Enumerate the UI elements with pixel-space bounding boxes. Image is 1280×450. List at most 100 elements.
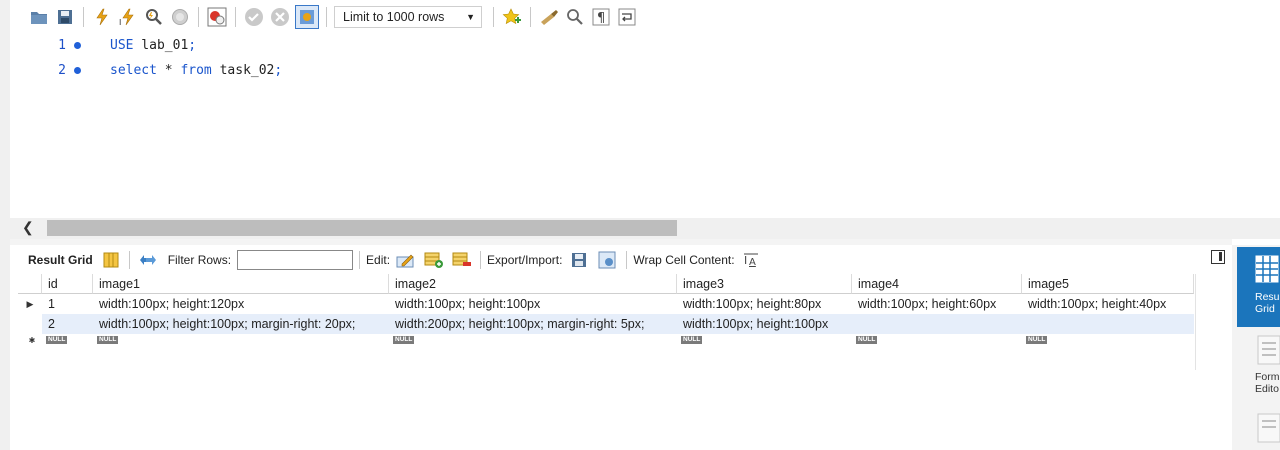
result-grid-tab-label: Resul Grid <box>1255 291 1280 315</box>
null-cell[interactable]: NULL <box>852 334 1022 346</box>
find-icon[interactable] <box>564 6 586 28</box>
null-badge: NULL <box>97 336 119 344</box>
grid-layout-icon[interactable] <box>101 250 121 270</box>
delete-row-icon[interactable] <box>452 250 472 270</box>
result-grid-tab[interactable]: Resul Grid <box>1237 247 1280 327</box>
column-header-image3[interactable]: image3 <box>677 274 852 294</box>
scroll-left-icon[interactable]: ❮ <box>22 219 34 236</box>
filter-rows-label: Filter Rows: <box>167 253 232 267</box>
null-cell[interactable]: NULL <box>677 334 852 346</box>
form-editor-icon <box>1257 335 1280 365</box>
edit-label: Edit: <box>366 253 391 267</box>
wrap-cell-icon[interactable]: IA <box>741 250 761 270</box>
export-icon[interactable] <box>570 250 590 270</box>
null-badge: NULL <box>1026 336 1048 344</box>
table-cell[interactable]: width:100px; height:120px <box>93 294 389 314</box>
open-folder-icon[interactable] <box>28 6 50 28</box>
toolbar-separator <box>83 7 84 27</box>
null-cell[interactable]: NULL <box>42 334 93 346</box>
null-cell[interactable]: NULL <box>1022 334 1194 346</box>
editor-horizontal-scrollbar[interactable]: ❮ <box>10 218 1280 239</box>
beautify-icon[interactable] <box>538 6 560 28</box>
code-line[interactable]: USE lab_01; <box>110 38 196 53</box>
tab-label-line: Grid <box>1255 303 1275 315</box>
commit-icon[interactable] <box>243 6 265 28</box>
table-cell[interactable]: width:100px; height:100px <box>389 294 677 314</box>
table-cell[interactable]: width:100px; height:80px <box>677 294 852 314</box>
line-number: 1 <box>58 38 66 53</box>
sql-keyword: USE <box>110 38 134 53</box>
toggle-output-icon[interactable] <box>1211 250 1225 264</box>
sql-keyword: select <box>110 63 157 78</box>
column-header-image5[interactable]: image5 <box>1022 274 1194 294</box>
column-header-image2[interactable]: image2 <box>389 274 677 294</box>
wrap-cell-label: Wrap Cell Content: <box>633 253 735 267</box>
table-cell[interactable]: width:100px; height:40px <box>1022 294 1194 314</box>
table-row[interactable]: 2 width:100px; height:100px; margin-righ… <box>18 314 1194 334</box>
toolbar-separator <box>359 251 361 269</box>
table-cell[interactable]: 2 <box>42 314 93 334</box>
current-row-arrow-icon: ▶ <box>26 299 34 309</box>
null-badge: NULL <box>393 336 415 344</box>
toolbar-separator <box>626 251 628 269</box>
null-badge: NULL <box>856 336 878 344</box>
tab-label-line: Resul <box>1255 291 1280 303</box>
scrollbar-thumb[interactable] <box>47 220 677 236</box>
column-header-image1[interactable]: image1 <box>93 274 389 294</box>
sql-keyword: from <box>180 63 212 78</box>
explain-icon[interactable] <box>143 6 165 28</box>
bookmark-icon[interactable] <box>501 6 523 28</box>
table-cell[interactable] <box>852 314 1022 334</box>
left-gutter <box>0 0 10 450</box>
table-cell[interactable]: 1 <box>42 294 93 314</box>
autocommit-icon[interactable] <box>295 5 319 29</box>
table-cell[interactable]: width:100px; height:100px <box>677 314 852 334</box>
table-cell[interactable]: width:100px; height:100px; margin-right:… <box>93 314 389 334</box>
table-row[interactable]: ▶ 1 width:100px; height:120px width:100p… <box>18 294 1194 314</box>
null-cell[interactable]: NULL <box>389 334 677 346</box>
invisible-chars-icon[interactable]: ¶ <box>590 6 612 28</box>
edit-row-icon[interactable] <box>396 250 416 270</box>
rollback-icon[interactable] <box>269 6 291 28</box>
export-import-label: Export/Import: <box>487 253 563 267</box>
svg-text:¶: ¶ <box>597 11 605 26</box>
code-line[interactable]: select * from task_02; <box>110 63 282 78</box>
form-editor-tab[interactable]: Form Edito <box>1237 331 1280 401</box>
null-badge: NULL <box>681 336 703 344</box>
null-cell[interactable]: NULL <box>93 334 389 346</box>
stop-icon[interactable] <box>169 6 191 28</box>
toolbar-separator <box>480 251 482 269</box>
sql-editor[interactable]: 1 USE lab_01; 2 select * from task_02; <box>10 32 1280 218</box>
toolbar-separator <box>326 7 327 27</box>
result-toolbar: Result Grid Filter Rows: Edit: Export/Im… <box>18 247 1194 273</box>
tab-label-line: Edito <box>1255 383 1279 395</box>
sql-identifier: lab_01 <box>133 38 189 53</box>
execute-current-icon[interactable]: I <box>117 6 139 28</box>
field-types-icon[interactable] <box>1257 413 1280 443</box>
grid-header-row: id image1 image2 image3 image4 image5 <box>18 274 1194 294</box>
column-header-image4[interactable]: image4 <box>852 274 1022 294</box>
toolbar-separator <box>198 7 199 27</box>
sql-semicolon: ; <box>274 63 283 78</box>
toolbar-separator <box>235 7 236 27</box>
insert-row-icon[interactable] <box>424 250 444 270</box>
panel-splitter[interactable] <box>10 239 1232 245</box>
table-cell[interactable]: width:100px; height:60px <box>852 294 1022 314</box>
import-icon[interactable] <box>598 250 618 270</box>
execute-icon[interactable] <box>91 6 113 28</box>
new-row[interactable]: ✱ NULL NULL NULL NULL NULL NULL <box>18 334 1194 346</box>
result-grid[interactable]: id image1 image2 image3 image4 image5 ▶ … <box>18 274 1194 346</box>
wrap-icon[interactable] <box>616 6 638 28</box>
limit-rows-select[interactable]: Limit to 1000 rows ▼ <box>334 6 482 28</box>
column-header-id[interactable]: id <box>42 274 93 294</box>
table-cell[interactable]: width:200px; height:100px; margin-right:… <box>389 314 677 334</box>
limit-rows-value: Limit to 1000 rows <box>343 10 445 24</box>
toggle-error-icon[interactable] <box>206 6 228 28</box>
toolbar-separator <box>530 7 531 27</box>
table-cell[interactable] <box>1022 314 1194 334</box>
tab-label-line: Form <box>1255 371 1280 383</box>
save-icon[interactable] <box>54 6 76 28</box>
result-side-panel: Resul Grid Form Edito <box>1232 245 1280 450</box>
refresh-icon[interactable] <box>138 250 158 270</box>
filter-rows-input[interactable] <box>237 250 354 270</box>
